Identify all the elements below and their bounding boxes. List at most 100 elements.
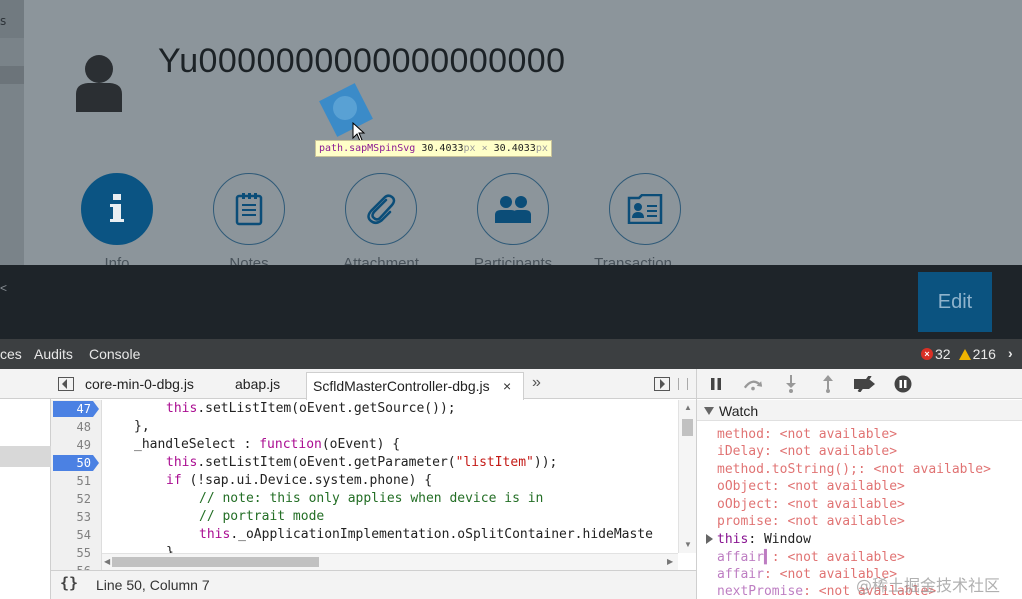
watch-sep: : (771, 497, 788, 512)
line-number[interactable]: 52 (51, 490, 91, 508)
line-number[interactable]: 53 (51, 508, 91, 526)
watch-expression-this[interactable]: this: Window (717, 531, 811, 548)
horizontal-scrollbar[interactable]: ◀ ▶ (102, 553, 678, 570)
watch-sep: : (771, 514, 788, 529)
toggle-debugger-icon[interactable] (654, 377, 670, 391)
watch-value: Window (763, 532, 811, 547)
code-line: this._oApplicationImplementation.oSplitC… (199, 526, 653, 544)
collapse-arrow-icon[interactable] (704, 407, 714, 415)
tooltip-height-unit: px (535, 143, 548, 154)
line-number[interactable]: 48 (51, 418, 91, 436)
code-token: )); (533, 455, 558, 470)
left-panel-selected-row[interactable] (0, 66, 24, 84)
step-over-icon[interactable] (743, 375, 763, 393)
line-number[interactable]: 51 (51, 472, 91, 490)
watch-value: <not available> (873, 462, 991, 477)
tab-audits[interactable]: Audits (34, 339, 73, 369)
pretty-print-icon[interactable]: {} (60, 574, 78, 592)
watch-expression[interactable]: oObject: <not available> (717, 496, 905, 513)
tab-notes-label: Notes (229, 255, 269, 265)
text-caret: ▍ (763, 550, 772, 565)
tabs-overflow-icon[interactable]: » (532, 369, 541, 397)
tab-notes[interactable] (213, 173, 285, 245)
source-tab-abap[interactable]: abap.js (235, 369, 280, 399)
watch-sep: : (771, 479, 788, 494)
watch-value: <not available> (787, 514, 905, 529)
error-icon: × (921, 348, 933, 360)
code-token: this (199, 527, 231, 542)
watch-sep: : (763, 427, 780, 442)
vertical-scrollbar[interactable]: ▲ ▼ (678, 400, 696, 553)
code-line: this.setListItem(oEvent.getSource()); (166, 400, 456, 418)
watch-name: affair (717, 567, 764, 582)
watch-expression[interactable]: method: <not available> (717, 426, 897, 443)
tooltip-tag: path.sapMSpinSvg (319, 143, 416, 154)
scroll-left-icon[interactable]: ◀ (104, 557, 110, 566)
watch-value: <not available> (787, 479, 905, 494)
expand-arrow-icon[interactable] (706, 534, 713, 544)
tooltip-times: × (481, 143, 488, 154)
watch-expression[interactable]: promise: <not available> (717, 513, 905, 530)
watch-value: <not available> (779, 444, 898, 459)
watch-expression[interactable]: iDelay: <not available> (717, 443, 897, 460)
tab-attachment[interactable] (345, 173, 417, 245)
watch-expression[interactable]: oObject: <not available> (717, 478, 905, 495)
code-editor[interactable]: 47 48 49 50 51 52 53 54 55 56 this.setLi… (51, 400, 696, 570)
editor-status-bar: {} Line 50, Column 7 (51, 570, 696, 599)
close-tab-icon[interactable]: × (503, 373, 511, 399)
watch-value: <not available> (787, 497, 905, 512)
info-icon (110, 194, 124, 222)
watch-name: oObject (717, 497, 772, 512)
tab-participants[interactable] (477, 173, 549, 245)
line-number[interactable]: 47 (51, 400, 91, 418)
app-left-panel: s (0, 0, 24, 265)
code-token: (!sap.ui.Device.system.phone) { (181, 473, 433, 488)
watch-sep: : (771, 550, 788, 565)
pane-resize-grip[interactable] (678, 378, 688, 390)
watch-section-header[interactable]: Watch (697, 400, 1022, 421)
debugger-toolbar (697, 369, 1022, 399)
horizontal-scroll-thumb[interactable] (112, 557, 319, 567)
tab-resources[interactable]: ces (0, 339, 22, 369)
line-number[interactable]: 49 (51, 436, 91, 454)
code-line: }, (134, 419, 150, 434)
line-number-gutter[interactable]: 47 48 49 50 51 52 53 54 55 56 (51, 400, 102, 570)
more-tabs-icon[interactable]: › (1008, 345, 1013, 361)
scroll-right-icon[interactable]: ▶ (667, 557, 673, 566)
warning-icon (958, 348, 971, 360)
deactivate-breakpoints-icon[interactable] (853, 375, 879, 393)
step-out-icon[interactable] (818, 375, 838, 393)
watch-expression[interactable]: method.toString();: <not available> (717, 461, 991, 478)
sources-navigator (0, 369, 51, 599)
watch-name: this (717, 532, 749, 547)
watch-expression[interactable]: affair▍: <not available> (717, 549, 905, 566)
debugger-sidebar: Watch method: <not available> iDelay: <n… (696, 369, 1022, 599)
toggle-navigator-icon[interactable] (58, 377, 74, 391)
source-tab-core-min[interactable]: core-min-0-dbg.js (85, 369, 194, 399)
line-number[interactable]: 56 (51, 562, 91, 570)
navigator-selected-item[interactable] (0, 446, 51, 467)
step-into-icon[interactable] (781, 375, 801, 393)
code-line: // note: this only applies when device i… (199, 491, 544, 506)
scroll-up-icon[interactable]: ▲ (684, 403, 692, 412)
line-number[interactable]: 55 (51, 544, 91, 562)
pause-icon[interactable] (706, 375, 726, 393)
source-tab-scfld-master[interactable]: ScfldMasterController-dbg.js × (306, 372, 524, 400)
tab-attachment-label: Attachment (343, 255, 419, 265)
error-warning-counter[interactable]: × 32 216 (921, 346, 996, 362)
tab-info[interactable] (81, 173, 153, 245)
watch-value: <not available> (787, 550, 905, 565)
line-number[interactable]: 54 (51, 526, 91, 544)
tab-console[interactable]: Console (89, 339, 140, 369)
app-area: s Yu0000000000000000000 path.sapMSpinSvg… (0, 0, 1022, 265)
footer-back-glyph[interactable]: < (0, 281, 7, 295)
line-number[interactable]: 50 (51, 454, 91, 472)
tab-transaction[interactable] (609, 173, 681, 245)
tooltip-height: 30.4033 (493, 143, 536, 154)
watch-name: oObject (717, 479, 772, 494)
pause-on-exceptions-icon[interactable] (893, 375, 913, 393)
vertical-scroll-thumb[interactable] (682, 419, 693, 436)
transaction-icon (627, 194, 663, 224)
scroll-down-icon[interactable]: ▼ (684, 540, 692, 549)
edit-button[interactable]: Edit (918, 272, 992, 332)
